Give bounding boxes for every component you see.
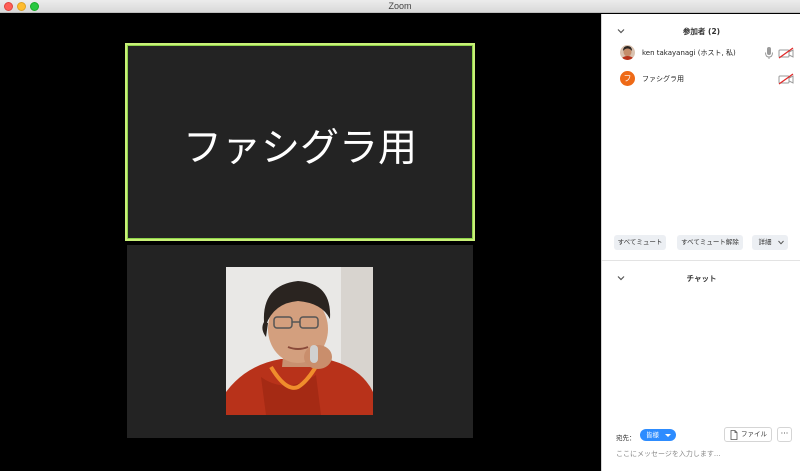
participant-name: ファシグラ用 bbox=[642, 75, 684, 83]
section-divider bbox=[602, 260, 800, 261]
chat-header: チャット bbox=[602, 267, 800, 289]
side-panel: 参加者 (2) ken takayanagi (ホスト, 私) フ ファシグラ用… bbox=[601, 14, 800, 471]
file-button[interactable]: ファイル bbox=[724, 427, 772, 442]
chat-more-button[interactable]: ··· bbox=[777, 427, 792, 442]
caret-down-icon bbox=[665, 434, 671, 437]
zoom-window: Zoom ファシグラ用 参加者 (2) ken takayanagi (ホスト,… bbox=[0, 0, 800, 471]
file-button-label: ファイル bbox=[741, 430, 767, 438]
avatar: フ bbox=[620, 71, 635, 86]
participant-name: ken takayanagi (ホスト, 私) bbox=[642, 49, 736, 57]
chat-message-input[interactable] bbox=[616, 447, 794, 461]
recipient-value: 皆様 bbox=[646, 431, 659, 439]
chat-title: チャット bbox=[686, 274, 717, 283]
window-title: Zoom bbox=[388, 1, 412, 11]
video-gallery: ファシグラ用 bbox=[0, 14, 601, 471]
title-bar: Zoom bbox=[0, 0, 800, 13]
unmute-all-button[interactable]: すべてミュート解除 bbox=[677, 235, 743, 250]
participants-title: 参加者 (2) bbox=[682, 27, 721, 36]
avatar bbox=[620, 45, 635, 60]
document-icon bbox=[730, 430, 738, 440]
participant-row[interactable]: ken takayanagi (ホスト, 私) bbox=[602, 45, 800, 63]
recipient-label: 宛先： bbox=[616, 434, 636, 442]
more-options-label: 詳細 bbox=[758, 238, 772, 246]
mic-icon[interactable] bbox=[764, 46, 774, 60]
video-off-icon[interactable] bbox=[778, 73, 794, 85]
participant-row[interactable]: フ ファシグラ用 bbox=[602, 71, 800, 89]
more-options-button[interactable]: 詳細 bbox=[752, 235, 788, 250]
chevron-down-icon bbox=[778, 240, 784, 245]
self-video-tile[interactable] bbox=[127, 245, 473, 438]
recipient-dropdown[interactable]: 皆様 bbox=[640, 429, 676, 441]
participant-photo bbox=[226, 267, 373, 415]
video-off-icon[interactable] bbox=[778, 47, 794, 59]
active-speaker-tile[interactable]: ファシグラ用 bbox=[125, 43, 475, 241]
participants-header: 参加者 (2) bbox=[602, 20, 800, 42]
active-speaker-name: ファシグラ用 bbox=[182, 126, 417, 171]
mute-all-button[interactable]: すべてミュート bbox=[614, 235, 666, 250]
